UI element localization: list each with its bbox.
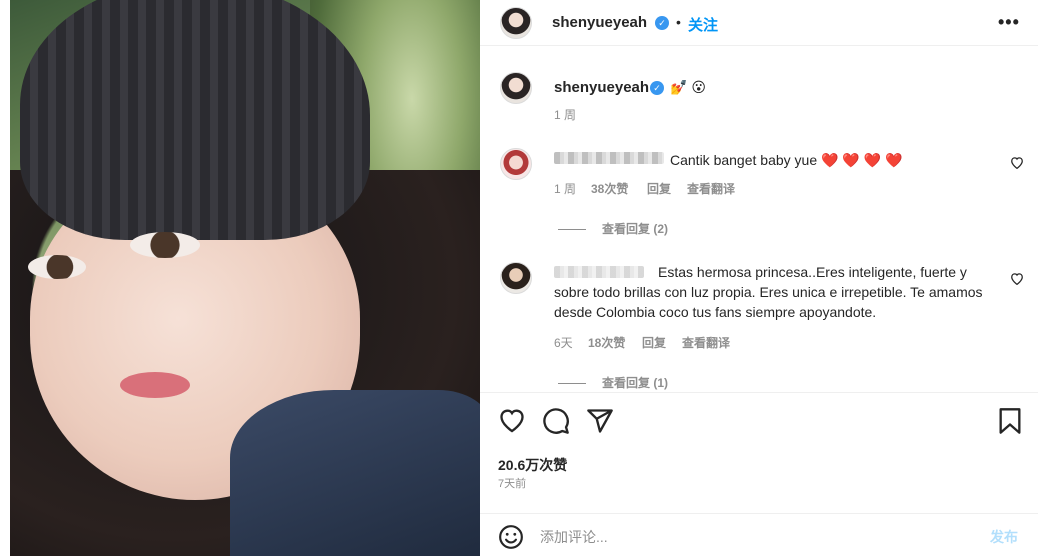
comment-reply-button[interactable]: 回复 xyxy=(642,334,666,351)
photo-eye xyxy=(130,232,200,258)
comment-text: Cantik banget baby yue ❤️ ❤️ ❤️ ❤️ xyxy=(670,152,903,168)
bookmark-icon[interactable] xyxy=(998,407,1022,440)
commenter-username-redacted xyxy=(554,152,664,164)
author-username[interactable]: shenyueyeah xyxy=(552,14,647,31)
photo-knit-hat xyxy=(20,0,370,240)
paper-plane-icon[interactable] xyxy=(586,407,614,440)
comment-translate-button[interactable]: 查看翻译 xyxy=(687,180,735,197)
comment-like-icon[interactable] xyxy=(1010,272,1024,288)
like-count[interactable]: 20.6万次赞 xyxy=(498,455,567,475)
author-avatar[interactable] xyxy=(500,7,532,39)
replies-divider-line xyxy=(558,229,586,231)
post-comment-button[interactable]: 发布 xyxy=(990,527,1018,547)
comment-translate-button[interactable]: 查看翻译 xyxy=(682,334,730,351)
comment-text: Estas hermosa princesa..Eres inteligente… xyxy=(554,264,983,320)
follow-button[interactable]: 关注 xyxy=(688,14,718,35)
photo-lips xyxy=(120,372,190,398)
comment-like-count[interactable]: 38次赞 xyxy=(591,180,628,197)
caption-author-avatar[interactable] xyxy=(500,72,532,104)
more-options-icon[interactable]: ••• xyxy=(998,12,1020,33)
view-replies-button[interactable]: 查看回复 (2) xyxy=(558,220,668,237)
add-comment-input[interactable] xyxy=(540,526,940,548)
view-replies-button[interactable]: 查看回复 (1) xyxy=(558,374,668,391)
comment-icon[interactable] xyxy=(542,407,570,440)
view-replies-label: 查看回复 (1) xyxy=(602,376,669,390)
post-side-panel: shenyueyeah ✓ • 关注 ••• shenyueyeah ✓ 💅 😮… xyxy=(480,0,1038,556)
commenter-avatar[interactable] xyxy=(500,262,532,294)
smiley-icon[interactable] xyxy=(498,524,524,555)
add-comment-bar: 发布 xyxy=(480,513,1038,556)
caption-emojis: 💅 😮 xyxy=(670,79,706,95)
comment-time: 1 周 xyxy=(554,182,577,196)
replies-divider-line xyxy=(558,383,586,385)
post-photo[interactable] xyxy=(10,0,480,556)
caption-time: 1 周 xyxy=(554,108,577,122)
comment-reply-button[interactable]: 回复 xyxy=(647,180,671,197)
verified-badge-icon: ✓ xyxy=(650,81,664,95)
photo-eye xyxy=(28,255,86,279)
post-actions: 20.6万次赞 7天前 发布 xyxy=(480,392,1038,552)
photo-coat xyxy=(230,390,480,556)
view-replies-label: 查看回复 (2) xyxy=(602,222,669,236)
caption-username[interactable]: shenyueyeah xyxy=(554,79,649,96)
comment-like-count[interactable]: 18次赞 xyxy=(588,334,625,351)
post-header: shenyueyeah ✓ • 关注 ••• xyxy=(480,0,1038,46)
verified-badge-icon: ✓ xyxy=(655,16,669,30)
post-time: 7天前 xyxy=(498,478,527,490)
comment-time: 6天 xyxy=(554,336,573,350)
commenter-avatar[interactable] xyxy=(500,148,532,180)
header-separator: • xyxy=(676,14,681,30)
comment-like-icon[interactable] xyxy=(1010,156,1024,172)
heart-icon[interactable] xyxy=(498,407,526,438)
